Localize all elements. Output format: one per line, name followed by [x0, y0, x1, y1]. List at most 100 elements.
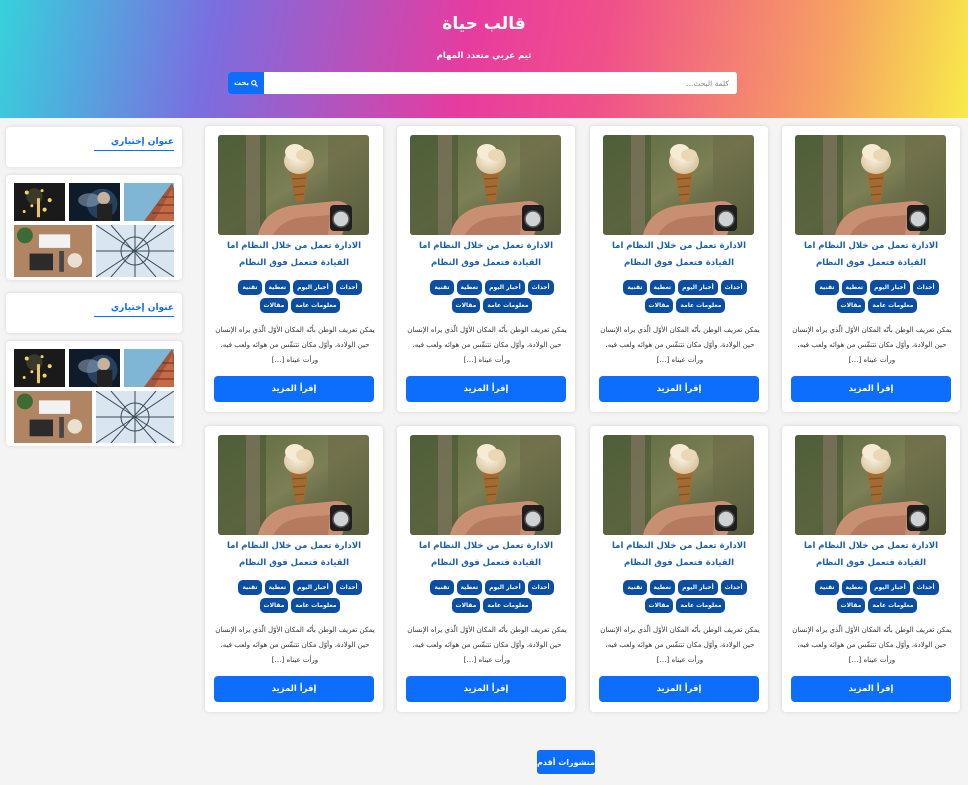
post-thumbnail[interactable]: [795, 435, 946, 535]
gallery-thumbnail-man-in-smoke[interactable]: [69, 349, 120, 387]
post-title[interactable]: الادارة تعمل من خلال النظام اما القيادة …: [213, 538, 375, 572]
gallery-thumbnail-skyscraper[interactable]: [124, 349, 174, 387]
tag-badge[interactable]: تقنية: [623, 580, 647, 595]
tag-badge[interactable]: تقنية: [238, 580, 262, 595]
tag-badge[interactable]: معلومات عامة: [483, 298, 533, 313]
tag-badge[interactable]: تقنية: [430, 580, 454, 595]
tag-badge[interactable]: مقالات: [836, 598, 866, 613]
tag-badge[interactable]: تقنية: [623, 280, 647, 295]
tag-badge[interactable]: أحداث: [720, 580, 747, 595]
post-thumbnail[interactable]: [603, 135, 754, 235]
search-form: بحث: [228, 72, 737, 94]
post-thumbnail[interactable]: [218, 435, 369, 535]
tag-badge[interactable]: أحداث: [527, 580, 554, 595]
tag-badge[interactable]: معلومات عامة: [291, 298, 341, 313]
read-more-button[interactable]: إقرأ المزيد: [406, 676, 566, 702]
search-input[interactable]: [264, 72, 737, 94]
post-title[interactable]: الادارة تعمل من خلال النظام اما القيادة …: [598, 538, 760, 572]
tag-badge[interactable]: تغطية: [456, 580, 483, 595]
tag-badge[interactable]: تقنية: [430, 280, 454, 295]
gallery-thumbnail-man-in-smoke[interactable]: [69, 183, 120, 221]
tag-badge[interactable]: أحداث: [720, 280, 747, 295]
post-thumbnail[interactable]: [603, 435, 754, 535]
widget-title-box-2: عنوان إختياري: [6, 293, 182, 333]
gallery-thumbnail-glass-roof[interactable]: [96, 391, 174, 443]
tag-badge[interactable]: أخبار اليوم: [293, 280, 333, 295]
gallery-thumbnail-desk-flatlay[interactable]: [14, 225, 92, 277]
post-excerpt: يمكن تعريف الوطن بأنّه المكان الأوّل الّ…: [792, 626, 952, 664]
image-gallery-widget-1: [6, 175, 182, 280]
tag-badge[interactable]: أخبار اليوم: [678, 280, 718, 295]
post-card: الادارة تعمل من خلال النظام اما القيادة …: [782, 126, 960, 412]
tag-badge[interactable]: تقنية: [815, 280, 839, 295]
read-more-button[interactable]: إقرأ المزيد: [406, 376, 566, 402]
post-thumbnail[interactable]: [795, 135, 946, 235]
read-more-button[interactable]: إقرأ المزيد: [214, 676, 374, 702]
gallery-thumbnail-skyscraper[interactable]: [124, 183, 174, 221]
post-title[interactable]: الادارة تعمل من خلال النظام اما القيادة …: [213, 238, 375, 272]
tag-badge[interactable]: معلومات عامة: [291, 598, 341, 613]
tag-badge[interactable]: تغطية: [841, 280, 868, 295]
tag-badge[interactable]: أخبار اليوم: [678, 580, 718, 595]
post-title[interactable]: الادارة تعمل من خلال النظام اما القيادة …: [405, 238, 567, 272]
tag-badge[interactable]: مقالات: [259, 598, 289, 613]
post-title[interactable]: الادارة تعمل من خلال النظام اما القيادة …: [598, 238, 760, 272]
post-thumbnail[interactable]: [410, 135, 561, 235]
gallery-thumbnail-glass-roof[interactable]: [96, 225, 174, 277]
post-thumbnail[interactable]: [218, 135, 369, 235]
tag-badge[interactable]: تقنية: [238, 280, 262, 295]
tag-badge[interactable]: مقالات: [451, 598, 481, 613]
tag-badge[interactable]: أحداث: [912, 580, 939, 595]
read-more-button[interactable]: إقرأ المزيد: [599, 376, 759, 402]
gallery-thumbnail-desk-flatlay[interactable]: [14, 391, 92, 443]
widget-title: عنوان إختياري: [94, 137, 174, 151]
tag-badge[interactable]: معلومات عامة: [676, 598, 726, 613]
tag-badge[interactable]: أحداث: [335, 280, 362, 295]
tag-badge[interactable]: معلومات عامة: [868, 598, 918, 613]
tag-badge[interactable]: تغطية: [264, 580, 291, 595]
post-title[interactable]: الادارة تعمل من خلال النظام اما القيادة …: [405, 538, 567, 572]
tag-badge[interactable]: أحداث: [527, 280, 554, 295]
read-more-button[interactable]: إقرأ المزيد: [791, 676, 951, 702]
read-more-button[interactable]: إقرأ المزيد: [214, 376, 374, 402]
post-excerpt: يمكن تعريف الوطن بأنّه المكان الأوّل الّ…: [215, 626, 375, 664]
site-title[interactable]: قالب حياة: [0, 14, 968, 34]
gallery-thumbnail-sparklers[interactable]: [14, 183, 65, 221]
tag-badge[interactable]: أخبار اليوم: [870, 280, 910, 295]
tag-badge[interactable]: مقالات: [644, 298, 674, 313]
tag-badge[interactable]: تقنية: [815, 580, 839, 595]
tag-badge[interactable]: أخبار اليوم: [485, 580, 525, 595]
tag-badge[interactable]: معلومات عامة: [868, 298, 918, 313]
gallery-thumbnail-sparklers[interactable]: [14, 349, 65, 387]
post-title[interactable]: الادارة تعمل من خلال النظام اما القيادة …: [790, 238, 952, 272]
image-gallery-widget-2: [6, 341, 182, 446]
tag-badge[interactable]: مقالات: [259, 298, 289, 313]
post-card: الادارة تعمل من خلال النظام اما القيادة …: [397, 426, 575, 712]
older-posts-button[interactable]: منشورات أقدم: [537, 750, 595, 774]
post-tags: أحداث أخبار اليوم تغطية تقنية معلومات عامة مق…: [231, 280, 369, 313]
tag-badge[interactable]: أخبار اليوم: [293, 580, 333, 595]
tag-badge[interactable]: أخبار اليوم: [870, 580, 910, 595]
site-description: ثيم عربي متعدد المهام: [436, 51, 532, 61]
widget-title: عنوان إختياري: [94, 303, 174, 317]
tag-badge[interactable]: أحداث: [912, 280, 939, 295]
search-button[interactable]: بحث: [228, 72, 264, 94]
tag-badge[interactable]: تغطية: [649, 280, 676, 295]
tag-badge[interactable]: معلومات عامة: [676, 298, 726, 313]
tag-badge[interactable]: تغطية: [649, 580, 676, 595]
tag-badge[interactable]: أخبار اليوم: [485, 280, 525, 295]
tag-badge[interactable]: مقالات: [836, 298, 866, 313]
tag-badge[interactable]: مقالات: [644, 598, 674, 613]
widget-title-box-1: عنوان إختياري: [6, 127, 182, 167]
tag-badge[interactable]: تغطية: [264, 280, 291, 295]
read-more-button[interactable]: إقرأ المزيد: [599, 676, 759, 702]
tag-badge[interactable]: تغطية: [841, 580, 868, 595]
tag-badge[interactable]: أحداث: [335, 580, 362, 595]
tag-badge[interactable]: مقالات: [451, 298, 481, 313]
tag-badge[interactable]: معلومات عامة: [483, 598, 533, 613]
post-title[interactable]: الادارة تعمل من خلال النظام اما القيادة …: [790, 538, 952, 572]
tag-badge[interactable]: تغطية: [456, 280, 483, 295]
post-thumbnail[interactable]: [410, 435, 561, 535]
read-more-button[interactable]: إقرأ المزيد: [791, 376, 951, 402]
posts-grid: الادارة تعمل من خلال النظام اما القيادة …: [205, 126, 960, 712]
